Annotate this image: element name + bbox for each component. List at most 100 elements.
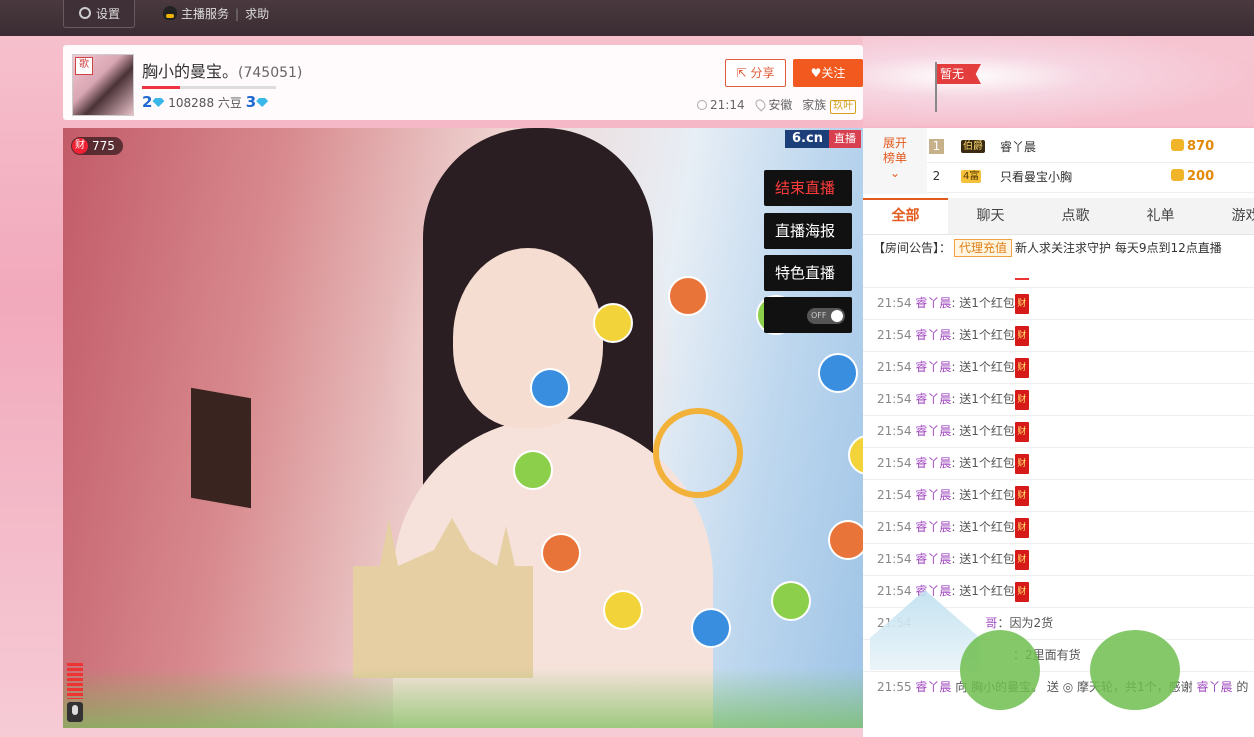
chat-message: 21:54 睿丫晨: 送1个红包财 — [863, 415, 1254, 447]
rank-score-value: 870 — [1187, 139, 1215, 154]
message-time: 21:54 — [877, 424, 912, 438]
message-time: 21:54 — [877, 456, 912, 470]
message-text: : 送1个红包 — [951, 488, 1015, 502]
message-user[interactable]: 睿丫晨 — [915, 552, 951, 566]
live-poster-button[interactable]: 直播海报 — [764, 213, 852, 249]
chat-message: 21:54 睿丫晨: 送1个红包财 — [863, 287, 1254, 319]
message-user[interactable]: 睿丫晨 — [1197, 680, 1233, 694]
diamond-icon — [152, 98, 165, 107]
rank-user-name: 睿丫晨 — [1000, 140, 1037, 154]
message-user[interactable]: 睿丫晨 — [915, 488, 951, 502]
chat-tabs: 全部 聊天 点歌 礼单 游戏 — [863, 198, 1254, 235]
chat-message: 21:54 睿丫晨: 送1个红包财 — [863, 383, 1254, 415]
host-avatar[interactable]: 歌 — [72, 54, 134, 116]
red-envelope-icon: 财 — [1014, 453, 1029, 474]
expand-label-2: 榜单 — [882, 151, 907, 165]
tab-games[interactable]: 游戏 — [1203, 198, 1254, 234]
expand-ranking-button[interactable]: 展开 榜单 ⌄ — [863, 128, 927, 194]
red-envelope-icon: 财 — [1014, 357, 1029, 378]
anchor-service-link[interactable]: 主播服务 — [181, 7, 229, 21]
help-link[interactable]: 求助 — [245, 7, 269, 21]
message-time: 21:54 — [877, 488, 912, 502]
ferris-cabin — [541, 533, 581, 573]
red-envelope-icon: 财 — [1014, 581, 1029, 602]
rank-score: 200 — [1171, 162, 1214, 192]
bush-effect — [960, 630, 1040, 710]
message-user[interactable]: 睿丫晨 — [915, 456, 951, 470]
red-envelope-icon: 财 — [1014, 549, 1029, 570]
message-user[interactable]: 哥 — [985, 616, 997, 630]
message-user[interactable]: 睿丫晨 — [915, 296, 951, 310]
microphone-icon[interactable] — [67, 702, 83, 722]
featured-live-button[interactable]: 特色直播 — [764, 255, 852, 291]
message-time: 21:54 — [877, 360, 912, 374]
message-text: : 送1个红包 — [951, 424, 1015, 438]
message-text: : 送1个红包 — [951, 328, 1015, 342]
ferris-cabin — [603, 590, 643, 630]
message-user[interactable]: 睿丫晨 — [915, 392, 951, 406]
tab-gift-list[interactable]: 礼单 — [1118, 198, 1203, 234]
message-time: 21:54 — [877, 296, 912, 310]
red-envelope-icon: 财 — [1014, 421, 1029, 442]
coin-bag-icon — [1171, 139, 1184, 151]
message-user[interactable]: 睿丫晨 — [915, 360, 951, 374]
live-time: 21:14 — [710, 98, 745, 112]
live-tag: 直播 — [829, 130, 861, 148]
guardian-flag[interactable]: 暂无 — [937, 64, 981, 84]
ranking-row[interactable]: 2 4富 只看曼宝小胸 200 — [927, 162, 1254, 193]
bush-effect — [1090, 630, 1180, 710]
chat-message: 21:54 睿丫晨: 送1个红包财 — [863, 351, 1254, 383]
message-text: : 送1个红包 — [951, 360, 1015, 374]
family-tag[interactable]: 玖叶 — [830, 100, 857, 114]
location-icon — [753, 97, 768, 112]
message-text: : 送1个红包 — [951, 296, 1015, 310]
host-room-id: (745051) — [238, 65, 303, 81]
red-envelope-icon: 财 — [1014, 517, 1029, 538]
level-progress-bar — [142, 86, 276, 89]
rank-title-badge: 伯爵 — [961, 140, 985, 153]
tab-song[interactable]: 点歌 — [1033, 198, 1118, 234]
tab-all[interactable]: 全部 — [863, 198, 948, 234]
chat-message: 21:55 睿丫晨 向 胸小的曼宝。 送 ◎ 摩天轮，共1个，感谢 睿丫晨 的 — [863, 671, 1254, 703]
wealth-icon: 财 — [72, 138, 88, 154]
message-text: : 送1个红包 — [951, 392, 1015, 406]
ferris-cabin — [771, 581, 811, 621]
flag-pole — [935, 62, 937, 112]
top-nav: 主播服务 | 求助 — [163, 0, 269, 28]
message-user[interactable]: 睿丫晨 — [915, 328, 951, 342]
wealth-count: 775 — [92, 139, 115, 153]
effect-toggle[interactable]: OFF — [807, 308, 845, 324]
wealth-level: 2 — [142, 93, 153, 111]
message-time: 21:54 — [877, 584, 912, 598]
tab-chat[interactable]: 聊天 — [948, 198, 1033, 234]
bean-count: 108288 六豆 — [168, 96, 242, 110]
share-button[interactable]: ⇱ 分享 — [725, 59, 786, 87]
wealth-counter[interactable]: 财 775 — [71, 137, 123, 155]
settings-button[interactable]: 设置 — [63, 0, 135, 28]
chat-message: 21:54 睿丫晨: 送1个红包财 — [863, 447, 1254, 479]
host-location: 安徽 — [768, 98, 793, 112]
castle-effect — [353, 518, 533, 678]
agent-recharge-button[interactable]: 代理充值 — [954, 239, 1013, 257]
follow-button[interactable]: ♥关注 — [793, 59, 863, 87]
end-live-button[interactable]: 结束直播 — [764, 170, 852, 206]
message-user[interactable]: 睿丫晨 — [915, 520, 951, 534]
message-text: : 送1个红包 — [951, 552, 1015, 566]
host-levels: 2 108288 六豆 3 — [142, 93, 269, 111]
ferris-cabin — [848, 435, 863, 475]
volume-meter — [67, 663, 83, 699]
notice-prefix: 【房间公告】： — [873, 241, 952, 255]
avatar-badge: 歌 — [75, 57, 93, 75]
rank-number: 1 — [929, 139, 944, 154]
live-video[interactable]: 财 775 6.cn 直播 结束直播 直播海报 特色直播 OFF — [63, 128, 863, 728]
message-user[interactable]: 睿丫晨 — [915, 424, 951, 438]
message-text: : 送1个红包 — [951, 456, 1015, 470]
streamer-face — [453, 248, 603, 428]
message-user[interactable]: 睿丫晨 — [915, 680, 951, 694]
rank-number: 2 — [932, 169, 941, 183]
rank-score: 870 — [1171, 132, 1214, 162]
red-envelope-icon: 财 — [1014, 485, 1029, 506]
ranking-row[interactable]: 1 伯爵 睿丫晨 870 — [927, 132, 1254, 163]
settings-label: 设置 — [96, 7, 121, 21]
nav-divider: | — [235, 7, 240, 21]
